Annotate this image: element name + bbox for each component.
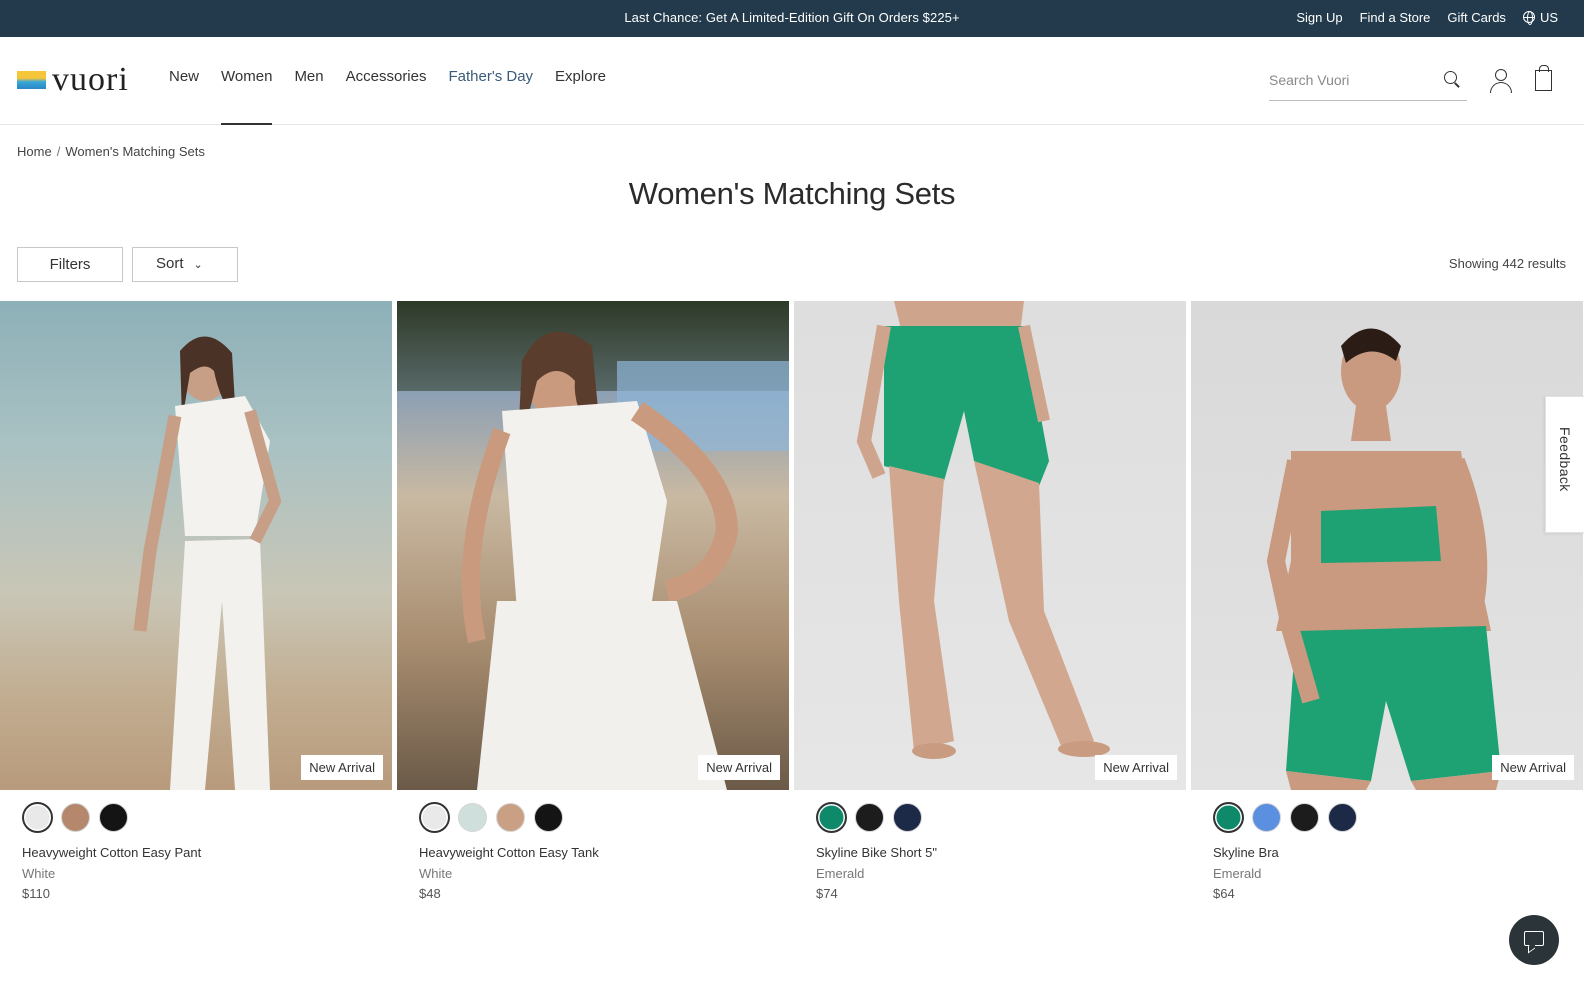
color-swatches [23,803,392,832]
swatch-blue[interactable] [1252,803,1281,832]
site-header: vuori New Women Men Accessories Father's… [0,37,1584,125]
new-arrival-badge: New Arrival [301,755,383,780]
sign-up-link[interactable]: Sign Up [1296,10,1342,25]
swatch-white[interactable] [23,803,52,832]
product-color: White [419,866,453,881]
announcement-bar: Last Chance: Get A Limited-Edition Gift … [0,0,1584,37]
search-field [1269,67,1467,101]
account-icon-head [1495,69,1507,81]
swatch-navy[interactable] [893,803,922,832]
sort-label: Sort [156,255,184,272]
swatch-navy[interactable] [1328,803,1357,832]
nav-new[interactable]: New [169,68,199,85]
feedback-tab[interactable]: Feedback [1545,396,1584,533]
new-arrival-badge: New Arrival [1492,755,1574,780]
logo-mark-icon [17,71,46,89]
nav-women[interactable]: Women [221,68,273,125]
chat-bubble-icon [1524,931,1544,946]
product-image[interactable]: New Arrival [0,301,392,790]
color-swatches [420,803,789,832]
nav-men[interactable]: Men [294,68,323,85]
product-price: $110 [22,886,50,901]
swatch-tan[interactable] [496,803,525,832]
swatch-black[interactable] [99,803,128,832]
product-card[interactable]: New Arrival Heavyweight Cotton Easy Pant… [0,301,392,901]
color-swatches [817,803,1186,832]
swatch-emerald[interactable] [817,803,846,832]
feedback-label: Feedback [1557,427,1573,492]
swatch-tan[interactable] [61,803,90,832]
product-photo-model [1266,328,1501,790]
search-input[interactable] [1269,67,1429,93]
find-store-link[interactable]: Find a Store [1360,10,1431,25]
filters-button[interactable]: Filters [17,247,123,282]
product-name[interactable]: Skyline Bra [1213,845,1583,860]
page-title: Women's Matching Sets [628,176,956,211]
product-photo-model [397,301,789,790]
product-name[interactable]: Heavyweight Cotton Easy Tank [419,845,789,860]
region-label: US [1539,10,1558,25]
product-price: $64 [1213,886,1235,901]
product-color: Emerald [816,866,865,881]
product-price: $48 [419,886,441,901]
new-arrival-badge: New Arrival [698,755,780,780]
product-card[interactable]: New Arrival Skyline Bike Short 5" Emeral… [794,301,1186,901]
nav-fathers-day[interactable]: Father's Day [448,68,533,85]
color-swatches [1214,803,1583,832]
swatch-black[interactable] [1290,803,1319,832]
product-photo-model [133,336,282,790]
nav-explore[interactable]: Explore [555,68,606,85]
new-arrival-badge: New Arrival [1095,755,1177,780]
product-color: White [22,866,56,881]
vuori-logo[interactable]: vuori [17,63,129,97]
breadcrumb-current[interactable]: Women's Matching Sets [65,144,205,159]
product-name[interactable]: Skyline Bike Short 5" [816,845,1186,860]
gift-cards-link[interactable]: Gift Cards [1447,10,1506,25]
chat-button[interactable] [1509,915,1559,965]
cart-bag-icon[interactable] [1535,65,1552,91]
product-image[interactable]: New Arrival [794,301,1186,790]
product-image[interactable]: New Arrival [397,301,789,790]
region-selector[interactable]: US [1522,10,1558,25]
account-icon-body [1490,82,1512,93]
product-color: Emerald [1213,866,1262,881]
nav-accessories[interactable]: Accessories [346,68,427,85]
product-card[interactable]: New Arrival Heavyweight Cotton Easy Tank… [397,301,789,901]
product-name[interactable]: Heavyweight Cotton Easy Pant [22,845,392,860]
results-count: Showing 442 results [1448,256,1566,271]
chevron-down-icon: ⌄ [193,259,203,271]
utility-links: Sign Up Find a Store Gift Cards US [1296,10,1558,25]
product-card[interactable]: New Arrival Skyline Bra Emerald $64 [1191,301,1583,901]
product-photo-model [856,301,1110,759]
globe-icon [1522,11,1535,25]
breadcrumb-home[interactable]: Home [17,144,52,159]
logo-wordmark: vuori [52,61,129,98]
swatch-black[interactable] [855,803,884,832]
swatch-white[interactable] [420,803,449,832]
account-icon[interactable] [1489,68,1513,94]
breadcrumb: Home / Women's Matching Sets [17,144,205,159]
search-icon[interactable] [1444,71,1457,84]
swatch-emerald[interactable] [1214,803,1243,832]
breadcrumb-separator: / [56,144,61,159]
sort-button[interactable]: Sort ⌄ [132,247,238,282]
swatch-black[interactable] [534,803,563,832]
product-price: $74 [816,886,838,901]
swatch-mint[interactable] [458,803,487,832]
main-nav: New Women Men Accessories Father's Day E… [169,68,628,125]
product-image[interactable]: New Arrival [1191,301,1583,790]
